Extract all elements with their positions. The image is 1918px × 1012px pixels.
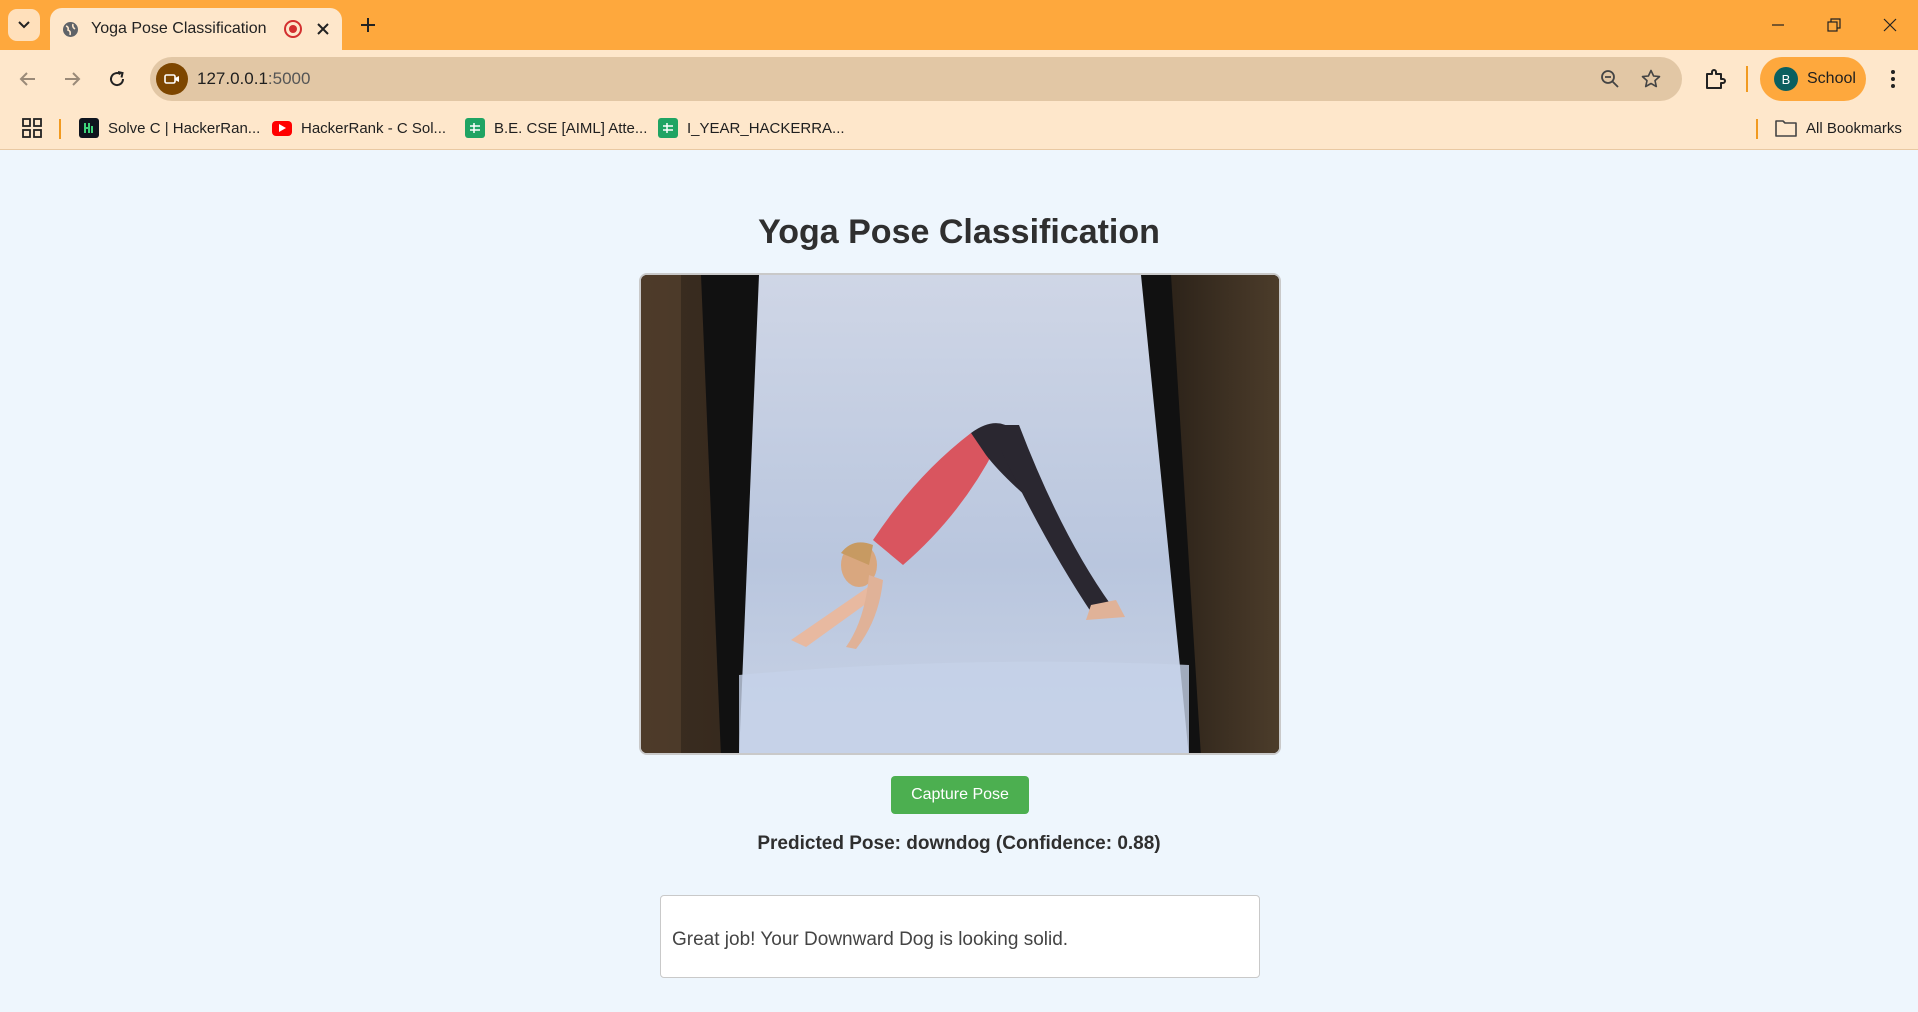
apps-button[interactable] [22, 116, 42, 140]
all-bookmarks-label: All Bookmarks [1806, 119, 1902, 137]
url-port: :5000 [267, 69, 311, 88]
webcam-frame-image [641, 275, 1279, 753]
browser-menu-button[interactable] [1877, 63, 1909, 95]
folder-icon [1775, 120, 1797, 137]
arrow-left-icon [19, 72, 35, 86]
site-info-button[interactable] [156, 63, 188, 95]
arrow-right-icon [65, 72, 81, 86]
sheets-icon [465, 118, 485, 138]
zoom-out-icon [1601, 70, 1619, 88]
reload-button[interactable] [101, 63, 133, 95]
feedback-text: Great job! Your Downward Dog is looking … [672, 929, 1069, 950]
more-vert-icon [1891, 70, 1895, 88]
prediction-result: Predicted Pose: downdog (Confidence: 0.8… [757, 833, 1161, 854]
minimize-button[interactable] [1750, 0, 1806, 50]
bookmarks-bar: Solve C | HackerRan... HackerRank - C So… [0, 108, 1918, 150]
close-icon [1883, 18, 1897, 32]
star-icon [1641, 69, 1661, 88]
feedback-box: Great job! Your Downward Dog is looking … [660, 895, 1260, 978]
back-button[interactable] [12, 63, 44, 95]
bookmark-star-button[interactable] [1639, 67, 1663, 91]
bookmark-label: I_YEAR_HACKERRA... [687, 119, 845, 137]
profile-name: School [1807, 70, 1856, 87]
bookmark-item[interactable]: I_YEAR_HACKERRA... [658, 116, 845, 140]
new-tab-button[interactable] [352, 9, 384, 41]
youtube-icon [272, 120, 292, 136]
browser-tab[interactable]: Yoga Pose Classification [50, 8, 342, 50]
page-content: Yoga Pose Classification Capture Pose Pr… [0, 151, 1918, 1012]
bookmark-label: B.E. CSE [AIML] Atte... [494, 119, 648, 137]
bookmarks-separator [1756, 119, 1758, 139]
close-window-button[interactable] [1862, 0, 1918, 50]
plus-icon [361, 18, 375, 32]
page-title: Yoga Pose Classification [758, 213, 1160, 251]
tab-search-button[interactable] [8, 9, 40, 41]
restore-button[interactable] [1806, 0, 1862, 50]
globe-icon [63, 21, 78, 37]
forward-button[interactable] [56, 63, 88, 95]
url-host: 127.0.0.1 [197, 69, 268, 88]
tab-title: Yoga Pose Classification [91, 20, 267, 37]
puzzle-icon [1706, 69, 1726, 89]
reload-icon [110, 71, 125, 87]
avatar: B [1774, 67, 1798, 91]
chevron-down-icon [18, 21, 30, 29]
profile-button[interactable]: B School [1760, 57, 1866, 101]
bookmark-label: HackerRank - C Sol... [301, 119, 447, 137]
hackerrank-icon [79, 118, 99, 138]
browser-toolbar: 127.0.0.1:5000 B School [0, 50, 1918, 108]
bookmark-item[interactable]: Solve C | HackerRan... [79, 116, 260, 140]
apps-grid-icon [22, 118, 42, 138]
minimize-icon [1772, 24, 1784, 26]
address-bar[interactable]: 127.0.0.1:5000 [150, 57, 1682, 101]
tab-strip: Yoga Pose Classification [0, 0, 1918, 50]
bookmarks-separator [59, 119, 61, 139]
bookmark-item[interactable]: HackerRank - C Sol... [272, 116, 446, 140]
zoom-button[interactable] [1598, 67, 1622, 91]
recording-icon [284, 20, 302, 38]
close-icon[interactable] [316, 22, 330, 36]
webcam-feed [639, 273, 1281, 755]
toolbar-separator [1746, 66, 1748, 92]
sheets-icon [658, 118, 678, 138]
capture-pose-button[interactable]: Capture Pose [891, 776, 1029, 814]
url-text[interactable]: 127.0.0.1:5000 [197, 69, 310, 89]
camera-icon [164, 74, 179, 84]
all-bookmarks-button[interactable]: All Bookmarks [1775, 116, 1902, 140]
extensions-button[interactable] [1699, 63, 1731, 95]
bookmark-item[interactable]: B.E. CSE [AIML] Atte... [465, 116, 647, 140]
bookmark-label: Solve C | HackerRan... [108, 119, 261, 137]
restore-icon [1827, 18, 1841, 32]
